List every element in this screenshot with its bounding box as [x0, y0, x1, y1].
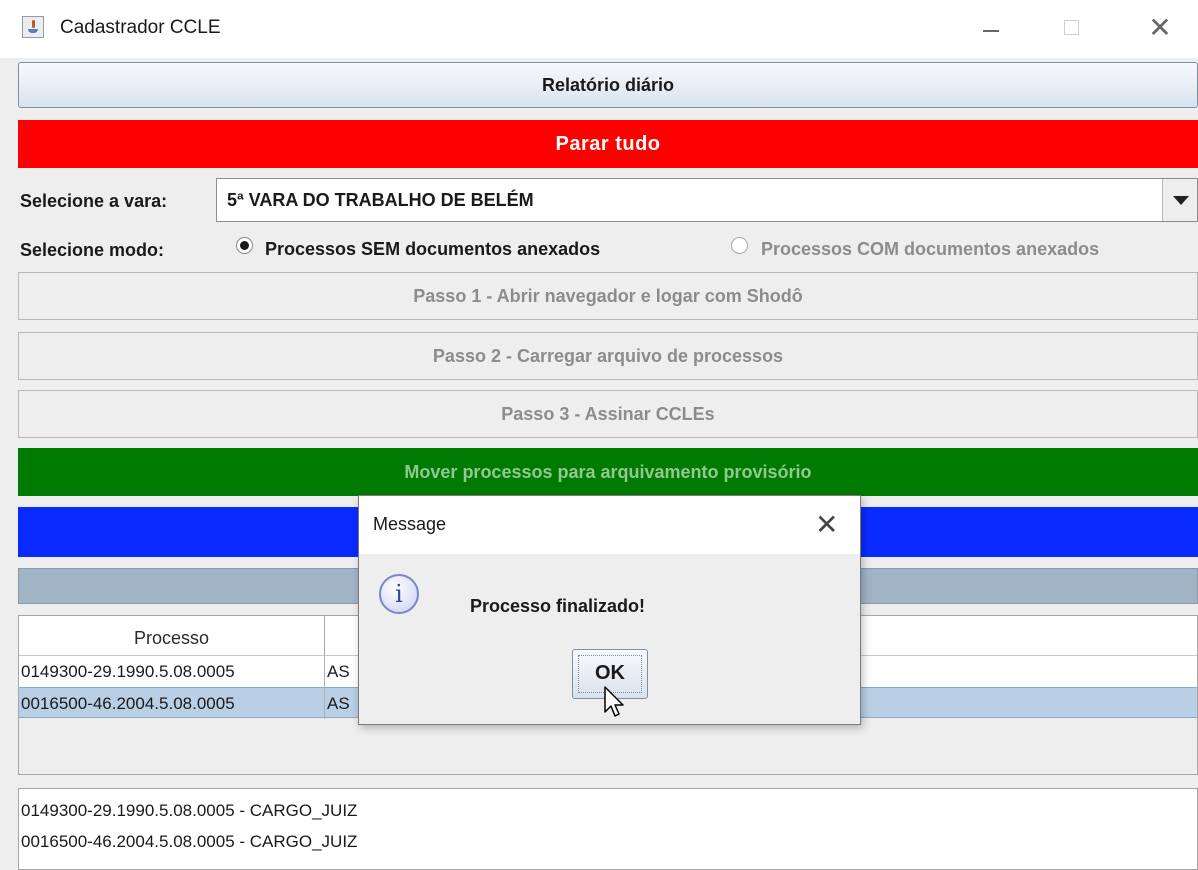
- dialog-title: Message: [373, 514, 447, 534]
- mode-label: Selecione modo:: [20, 240, 165, 260]
- info-icon: i: [379, 574, 419, 614]
- dialog-titlebar: Message ✕: [359, 496, 860, 554]
- java-app-icon: [22, 16, 44, 38]
- window-titlebar: Cadastrador CCLE ✕: [0, 0, 1198, 58]
- table-header-processo[interactable]: Processo: [19, 616, 325, 656]
- log-line: 0149300-29.1990.5.08.0005 - CARGO_JUIZ: [21, 801, 358, 820]
- step2-button[interactable]: Passo 2 - Carregar arquivo de processos: [18, 332, 1198, 380]
- minimize-icon[interactable]: [966, 8, 1014, 48]
- chevron-down-icon[interactable]: [1162, 179, 1197, 221]
- mode-radio-sem[interactable]: [236, 237, 253, 254]
- vara-label: Selecione a vara:: [20, 191, 168, 211]
- vara-select[interactable]: 5ª VARA DO TRABALHO DE BELÉM: [216, 178, 1198, 222]
- close-window-icon[interactable]: ✕: [1136, 8, 1184, 48]
- stop-all-button[interactable]: Parar tudo: [18, 120, 1198, 168]
- window-title: Cadastrador CCLE: [60, 17, 221, 38]
- table-cell-processo: 0149300-29.1990.5.08.0005: [19, 656, 325, 687]
- log-textarea[interactable]: 0149300-29.1990.5.08.0005 - CARGO_JUIZ 0…: [18, 788, 1198, 870]
- daily-report-button[interactable]: Relatório diário: [18, 62, 1198, 108]
- step3-button[interactable]: Passo 3 - Assinar CCLEs: [18, 390, 1198, 438]
- vara-selected-value: 5ª VARA DO TRABALHO DE BELÉM: [227, 190, 534, 210]
- mouse-cursor-icon: [604, 686, 624, 717]
- log-line: 0016500-46.2004.5.08.0005 - CARGO_JUIZ: [21, 832, 358, 851]
- mode-radio-com[interactable]: [731, 237, 748, 254]
- mode-radio-com-label[interactable]: Processos COM documentos anexados: [761, 239, 1099, 260]
- maximize-icon[interactable]: [1046, 8, 1094, 48]
- move-to-archive-button[interactable]: Mover processos para arquivamento provis…: [18, 448, 1198, 496]
- step1-button[interactable]: Passo 1 - Abrir navegador e logar com Sh…: [18, 272, 1198, 320]
- close-icon[interactable]: ✕: [815, 508, 838, 541]
- mode-radio-sem-label[interactable]: Processos SEM documentos anexados: [265, 239, 600, 260]
- dialog-message: Processo finalizado!: [470, 596, 646, 616]
- table-cell-processo: 0016500-46.2004.5.08.0005: [19, 688, 325, 719]
